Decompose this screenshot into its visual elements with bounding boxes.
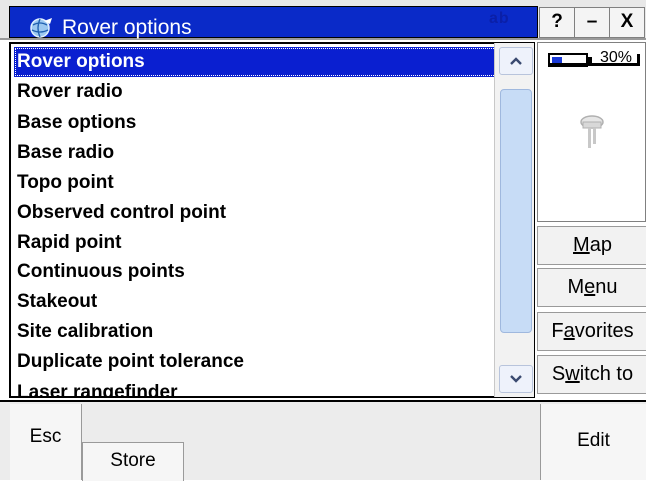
window-title: Rover options (62, 16, 192, 39)
switch-to-button-label-rest: itch to (579, 363, 634, 385)
list-item[interactable]: Site calibration (14, 317, 497, 347)
scroll-up-button[interactable] (499, 47, 533, 75)
status-panel: 30% (537, 42, 646, 222)
favorites-button-mnemonic: a (563, 320, 575, 342)
menu-button-label-rest: nu (595, 276, 618, 298)
switch-to-button-label: S (551, 363, 566, 385)
list-item[interactable]: Rapid point (14, 228, 497, 258)
edit-button-enter-indicator (548, 54, 640, 66)
list-item[interactable]: Observed control point (14, 198, 497, 228)
scroll-thumb[interactable] (500, 89, 532, 333)
list-item[interactable]: Topo point (14, 168, 497, 198)
minimize-button[interactable]: – (574, 7, 610, 38)
list-item[interactable]: Continuous points (14, 257, 497, 287)
help-button[interactable]: ? (539, 7, 575, 38)
map-button-mnemonic: M (573, 234, 590, 256)
scroll-down-button[interactable] (499, 365, 533, 393)
list-item[interactable]: Base radio (14, 138, 497, 168)
list-item[interactable]: Base options (14, 108, 497, 138)
menu-button-mnemonic: e (584, 276, 596, 298)
edit-button[interactable]: Edit (540, 404, 646, 480)
list-item[interactable]: Duplicate point tolerance (14, 347, 497, 377)
close-button[interactable]: X (609, 7, 645, 38)
input-mode-indicator[interactable]: ab (489, 10, 510, 28)
favorites-button-label: F (551, 320, 564, 342)
bottom-softkey-bar: Esc Store Edit (0, 400, 646, 481)
app-globe-icon (30, 18, 52, 38)
title-bar: Rover options ab ? – X (0, 0, 646, 40)
rover-receiver-icon (580, 115, 604, 148)
map-button-label-rest: ap (589, 234, 612, 256)
list-item[interactable]: Rover radio (14, 77, 497, 107)
menu-button[interactable]: Menu (537, 268, 646, 307)
chevron-down-icon (510, 375, 522, 383)
favorites-button-label-rest: vorites (574, 320, 634, 342)
list-item[interactable]: Rover options (14, 47, 497, 77)
store-button[interactable]: Store (82, 442, 184, 481)
menu-button-label: M (567, 276, 585, 298)
chevron-up-icon (510, 57, 522, 65)
list-item[interactable]: Stakeout (14, 287, 497, 317)
esc-button[interactable]: Esc (10, 404, 82, 480)
switch-to-button[interactable]: Switch to (537, 355, 646, 394)
list-scrollbar[interactable] (494, 43, 534, 397)
options-list[interactable]: Rover options Rover radio Base options B… (9, 42, 535, 398)
favorites-button[interactable]: Favorites (537, 312, 646, 351)
title-bar-caption: Rover options (9, 6, 538, 39)
switch-to-button-mnemonic: w (565, 363, 580, 385)
list-item[interactable]: Laser rangefinder (14, 378, 497, 396)
map-button[interactable]: Map (537, 226, 646, 265)
